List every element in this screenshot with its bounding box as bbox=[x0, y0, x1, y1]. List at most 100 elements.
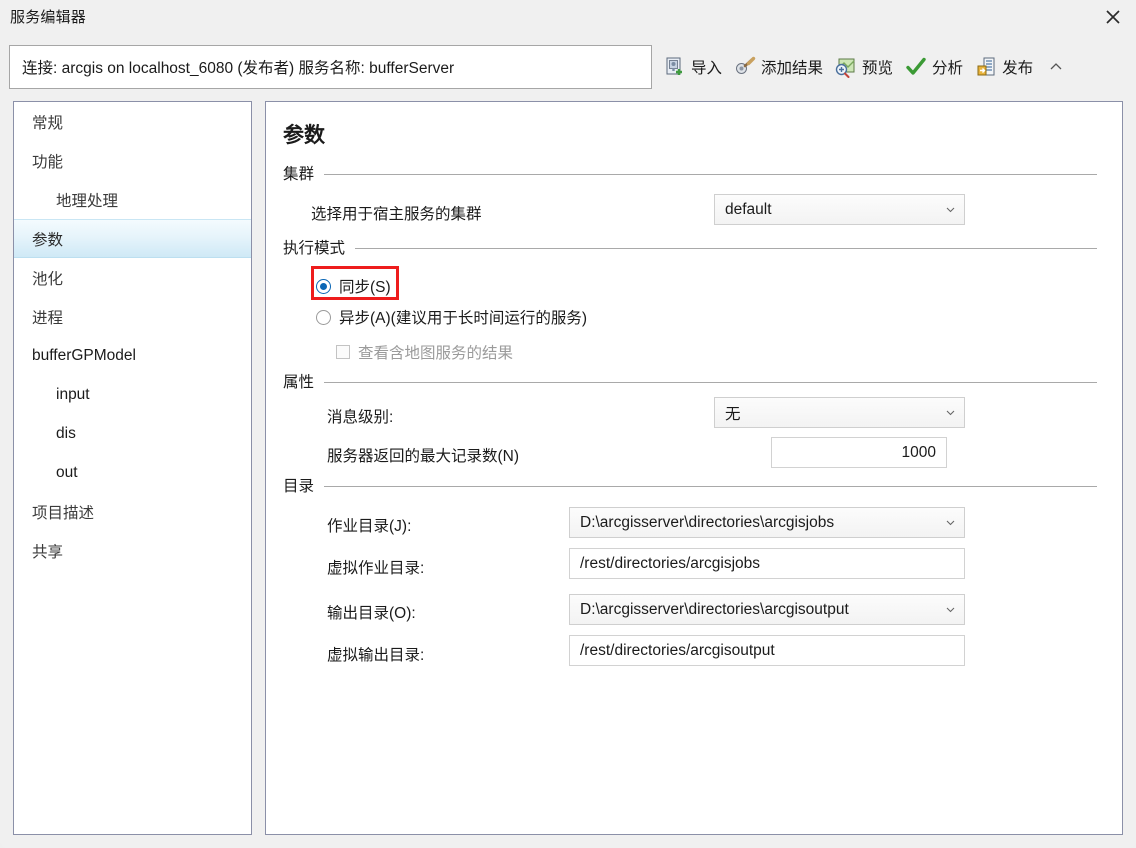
sidebar-item-dis[interactable]: dis bbox=[14, 414, 251, 453]
sidebar-item-label: 参数 bbox=[32, 231, 64, 249]
preview-icon bbox=[835, 58, 855, 78]
close-button[interactable] bbox=[1090, 0, 1136, 33]
cluster-combobox-value: default bbox=[725, 200, 772, 218]
preview-button-label: 预览 bbox=[862, 60, 894, 77]
section-header-directories: 目录 bbox=[283, 474, 1107, 496]
section-rule bbox=[324, 486, 1097, 487]
section-label: 目录 bbox=[283, 478, 315, 495]
output-directory-value: D:\arcgisserver\directories\arcgisoutput bbox=[580, 600, 849, 618]
jobs-directory-value: D:\arcgisserver\directories\arcgisjobs bbox=[580, 513, 835, 531]
virtual-jobs-directory-value: /rest/directories/arcgisjobs bbox=[580, 554, 761, 572]
sidebar-item-pooling[interactable]: 池化 bbox=[14, 258, 251, 297]
virtual-output-directory-input[interactable]: /rest/directories/arcgisoutput bbox=[569, 635, 965, 666]
cluster-combobox[interactable]: default bbox=[714, 194, 965, 225]
checkbox-view-map-service-result: 查看含地图服务的结果 bbox=[336, 341, 513, 363]
section-label: 集群 bbox=[283, 166, 315, 183]
radio-synchronous[interactable]: 同步(S) bbox=[316, 275, 391, 297]
service-editor-window: 服务编辑器 连接: arcgis on localhost_6080 (发布者)… bbox=[0, 0, 1136, 848]
chevron-up-icon bbox=[1050, 63, 1062, 70]
sidebar-item-label: 池化 bbox=[32, 270, 64, 288]
sidebar-item-label: input bbox=[56, 385, 90, 403]
max-records-input[interactable]: 1000 bbox=[771, 437, 947, 468]
section-rule bbox=[324, 382, 1097, 383]
window-title: 服务编辑器 bbox=[10, 9, 87, 26]
message-level-combobox[interactable]: 无 bbox=[714, 397, 965, 428]
chevron-down-icon bbox=[944, 604, 956, 616]
row-message-level: 消息级别: bbox=[283, 401, 1107, 431]
import-icon bbox=[666, 57, 682, 75]
sidebar-item-general[interactable]: 常规 bbox=[14, 102, 251, 141]
sidebar-item-label: 项目描述 bbox=[32, 504, 95, 522]
jobs-directory-label: 作业目录(J): bbox=[327, 518, 412, 535]
publish-button[interactable]: 发布 bbox=[971, 52, 1041, 82]
radio-asynchronous-label: 异步(A)(建议用于长时间运行的服务) bbox=[339, 310, 587, 327]
connection-field[interactable]: 连接: arcgis on localhost_6080 (发布者) 服务名称:… bbox=[9, 45, 652, 89]
sidebar-item-label: out bbox=[56, 463, 78, 481]
analyze-button[interactable]: 分析 bbox=[901, 52, 971, 82]
sidebar-item-out[interactable]: out bbox=[14, 453, 251, 492]
analyze-check-icon bbox=[906, 57, 926, 75]
max-records-value: 1000 bbox=[901, 443, 936, 461]
virtual-jobs-directory-input[interactable]: /rest/directories/arcgisjobs bbox=[569, 548, 965, 579]
collapse-toolbar-button[interactable] bbox=[1047, 58, 1065, 76]
row-cluster-select: 选择用于宿主服务的集群 bbox=[283, 198, 1107, 228]
virtual-jobs-directory-label: 虚拟作业目录: bbox=[327, 560, 425, 577]
message-level-combobox-value: 无 bbox=[725, 405, 741, 423]
output-directory-label: 输出目录(O): bbox=[327, 605, 416, 622]
sidebar-item-buffergpmodel[interactable]: bufferGPModel bbox=[14, 336, 251, 375]
settings-sidebar: 常规 功能 地理处理 参数 池化 进程 bufferGPModel input … bbox=[13, 101, 252, 835]
publish-button-label: 发布 bbox=[1002, 60, 1034, 77]
section-label: 执行模式 bbox=[283, 240, 346, 257]
sidebar-item-label: 进程 bbox=[32, 309, 64, 327]
sidebar-item-input[interactable]: input bbox=[14, 375, 251, 414]
publish-icon bbox=[977, 57, 995, 76]
add-result-button-label: 添加结果 bbox=[761, 60, 824, 77]
sidebar-item-label: 地理处理 bbox=[56, 192, 119, 210]
jobs-directory-combobox[interactable]: D:\arcgisserver\directories\arcgisjobs bbox=[569, 507, 965, 538]
add-result-icon bbox=[736, 56, 756, 74]
checkbox-unchecked-icon bbox=[336, 345, 350, 359]
sidebar-item-parameters[interactable]: 参数 bbox=[14, 219, 251, 258]
add-result-button[interactable]: 添加结果 bbox=[730, 52, 831, 82]
chevron-down-icon bbox=[944, 204, 956, 216]
close-icon bbox=[1106, 9, 1120, 24]
section-header-cluster: 集群 bbox=[283, 162, 1107, 184]
sidebar-item-label: dis bbox=[56, 424, 76, 442]
chevron-down-icon bbox=[944, 407, 956, 419]
preview-button[interactable]: 预览 bbox=[831, 52, 901, 82]
title-bar: 服务编辑器 bbox=[0, 0, 1136, 33]
message-level-label: 消息级别: bbox=[327, 409, 394, 426]
sidebar-item-geoprocessing[interactable]: 地理处理 bbox=[14, 180, 251, 219]
section-label: 属性 bbox=[283, 374, 315, 391]
section-header-properties: 属性 bbox=[283, 370, 1107, 392]
output-directory-combobox[interactable]: D:\arcgisserver\directories\arcgisoutput bbox=[569, 594, 965, 625]
section-rule bbox=[355, 248, 1097, 249]
sidebar-item-item-description[interactable]: 项目描述 bbox=[14, 492, 251, 531]
radio-unselected-icon bbox=[316, 309, 331, 325]
sidebar-item-label: 常规 bbox=[32, 114, 64, 132]
sidebar-item-label: 共享 bbox=[32, 543, 64, 561]
radio-asynchronous[interactable]: 异步(A)(建议用于长时间运行的服务) bbox=[316, 306, 587, 328]
page-title: 参数 bbox=[283, 124, 325, 147]
sidebar-item-processes[interactable]: 进程 bbox=[14, 297, 251, 336]
parameters-panel: 参数 集群 选择用于宿主服务的集群 default 执行模式 同步(S) 异步(… bbox=[265, 101, 1123, 835]
radio-selected-icon bbox=[316, 278, 331, 294]
cluster-select-label: 选择用于宿主服务的集群 bbox=[311, 206, 482, 223]
max-records-label: 服务器返回的最大记录数(N) bbox=[327, 448, 520, 465]
connection-toolbar-row: 连接: arcgis on localhost_6080 (发布者) 服务名称:… bbox=[0, 33, 1136, 95]
chevron-down-icon bbox=[944, 517, 956, 529]
sidebar-item-label: 功能 bbox=[32, 153, 64, 171]
sidebar-item-sharing[interactable]: 共享 bbox=[14, 531, 251, 570]
virtual-output-directory-label: 虚拟输出目录: bbox=[327, 647, 425, 664]
sidebar-item-capabilities[interactable]: 功能 bbox=[14, 141, 251, 180]
import-button[interactable]: 导入 bbox=[660, 52, 730, 82]
radio-synchronous-label: 同步(S) bbox=[339, 279, 391, 296]
import-button-label: 导入 bbox=[691, 60, 723, 77]
analyze-button-label: 分析 bbox=[932, 60, 964, 77]
virtual-output-directory-value: /rest/directories/arcgisoutput bbox=[580, 641, 775, 659]
section-rule bbox=[324, 174, 1097, 175]
checkbox-view-map-service-result-label: 查看含地图服务的结果 bbox=[358, 345, 514, 362]
sidebar-item-label: bufferGPModel bbox=[32, 346, 136, 364]
toolbar: 导入 添加结果 预览 分析 发布 bbox=[660, 45, 1073, 89]
row-max-records: 服务器返回的最大记录数(N) bbox=[283, 440, 1107, 470]
